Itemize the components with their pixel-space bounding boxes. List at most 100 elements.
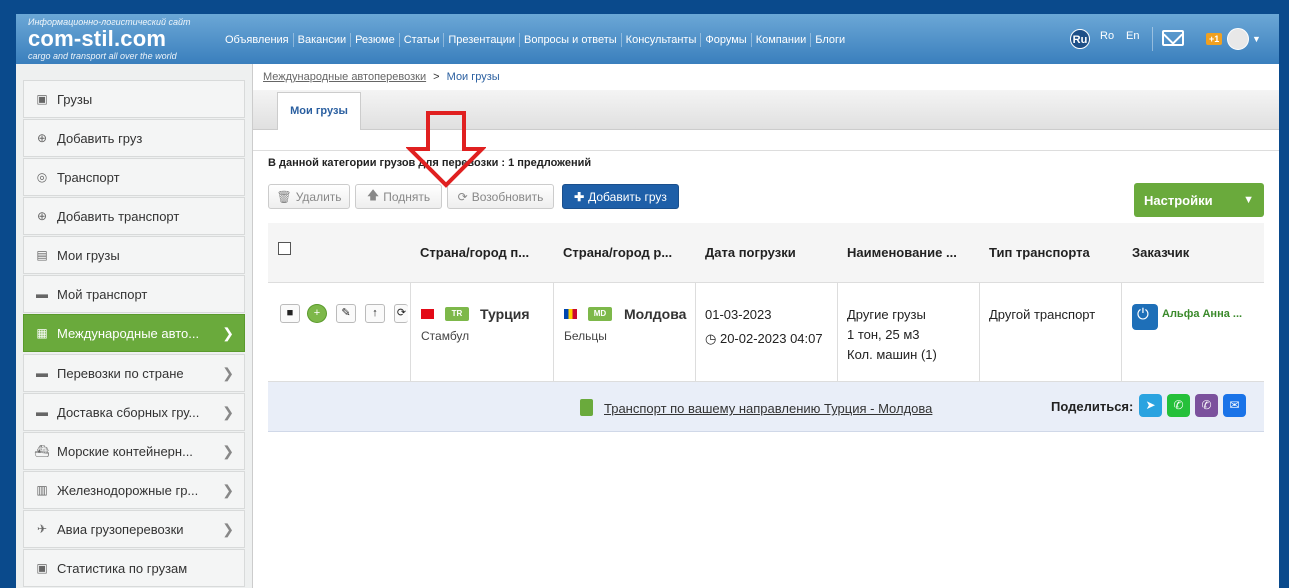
sidebar-item-label: Мои грузы [57, 247, 120, 263]
customer-logo-icon [1132, 304, 1158, 330]
trash-icon: ■ [286, 307, 294, 319]
delete-button[interactable]: 🗑 Удалить [268, 184, 350, 209]
sidebar-item-add-cargo[interactable]: ⊕ Добавить груз [23, 119, 245, 157]
nav-item[interactable]: Компании [750, 33, 811, 47]
chevron-right-icon: ❯ [222, 521, 234, 537]
red-arrow-annotation [406, 111, 486, 188]
row-add-button[interactable]: + [307, 304, 327, 323]
column-header[interactable]: Дата погрузки [705, 245, 796, 260]
customer-link[interactable]: Альфа Анна ... [1162, 308, 1242, 320]
select-all-checkbox[interactable] [278, 242, 291, 255]
row-delete-button[interactable]: ■ [280, 304, 300, 323]
plus-circle-icon: ⊕ [36, 209, 48, 223]
sidebar-item-sea[interactable]: ⛴ Морские контейнерн... ❯ [23, 432, 245, 470]
sidebar-item-label: Международные авто... [57, 325, 200, 341]
divider [979, 283, 980, 382]
email-icon[interactable]: ✉ [1223, 394, 1246, 417]
row-raise-button[interactable]: ↑ [365, 304, 385, 323]
column-header[interactable]: Тип транспорта [989, 245, 1090, 260]
sidebar-item-domestic[interactable]: ▬ Перевозки по стране ❯ [23, 354, 245, 392]
chevron-down-icon: ▼ [1243, 194, 1254, 206]
route-transport-link[interactable]: Транспорт по вашему направлению Турция -… [604, 401, 932, 416]
divider [695, 283, 696, 382]
sidebar-item-international[interactable]: ▦ Международные авто... ❯ [23, 314, 245, 352]
truck-icon: ▬ [36, 405, 48, 419]
sidebar-item-label: Авиа грузоперевозки [57, 521, 184, 537]
sidebar-item-transport[interactable]: ◎ Транспорт [23, 158, 245, 196]
nav-item[interactable]: Вакансии [292, 33, 351, 47]
chevron-right-icon: ❯ [222, 404, 234, 420]
cargo-machines: Кол. машин (1) [847, 347, 937, 362]
plus-icon: ✚ [574, 189, 585, 204]
lang-ru-button[interactable]: Ru [1070, 29, 1090, 49]
chevron-right-icon: ❯ [222, 443, 234, 459]
site-logo[interactable]: com-stil.com [28, 26, 166, 52]
sidebar-item-cargo[interactable]: ▣ Грузы [23, 80, 245, 118]
cargo-name: Другие грузы [847, 307, 926, 322]
divider [410, 283, 411, 382]
add-cargo-button[interactable]: ✚ Добавить груз [562, 184, 679, 209]
sidebar-item-air[interactable]: ✈ Авиа грузоперевозки ❯ [23, 510, 245, 548]
sidebar-item-rail[interactable]: ▥ Железнодорожные гр... ❯ [23, 471, 245, 509]
notification-badge[interactable]: +1 [1206, 33, 1223, 45]
user-avatar[interactable] [1227, 28, 1249, 50]
top-nav: Объявления Вакансии Резюме Статьи Презен… [221, 31, 849, 49]
chevron-right-icon: ❯ [222, 365, 234, 381]
nav-item[interactable]: Блоги [810, 33, 849, 47]
sidebar-item-label: Доставка сборных гру... [57, 404, 200, 420]
arrow-up-icon: 🡅 [366, 188, 380, 202]
column-header[interactable]: Страна/город п... [420, 245, 529, 260]
arrow-up-icon: ↑ [372, 307, 378, 319]
page-frame: Информационно-логистический сайт com-sti… [16, 14, 1279, 588]
renew-label: Возобновить [471, 189, 544, 204]
chevron-down-icon[interactable]: ▼ [1252, 34, 1261, 44]
column-header[interactable]: Заказчик [1132, 245, 1189, 260]
table-header: Страна/город п... Страна/город р... Дата… [268, 223, 1264, 283]
tab-my-cargo[interactable]: Мои грузы [277, 92, 361, 130]
truck-icon: ▬ [36, 287, 48, 301]
breadcrumb: Международные автоперевозки > Мои грузы [263, 71, 500, 83]
pencil-icon: ✎ [341, 307, 351, 319]
table-row: ■ + ✎ ↑ ⟳ TR Турция Стамбул MD Молдова Б… [268, 283, 1264, 382]
sidebar-item-groupage[interactable]: ▬ Доставка сборных гру... ❯ [23, 393, 245, 431]
sidebar-item-label: Перевозки по стране [57, 365, 184, 381]
nav-item[interactable]: Объявления [221, 33, 293, 47]
nav-item[interactable]: Форумы [700, 33, 750, 47]
nav-item[interactable]: Резюме [350, 33, 399, 47]
sidebar-item-add-transport[interactable]: ⊕ Добавить транспорт [23, 197, 245, 235]
cube-icon: ▣ [36, 92, 48, 106]
sidebar: ▣ Грузы ⊕ Добавить груз ◎ Транспорт ⊕ Добави… [16, 64, 253, 588]
column-header[interactable]: Наименование ... [847, 245, 957, 260]
posted-time-value: 20-02-2023 04:07 [719, 331, 823, 346]
settings-dropdown[interactable]: Настройки ▼ [1134, 183, 1264, 217]
sidebar-item-label: Добавить транспорт [57, 208, 180, 224]
row-renew-button[interactable]: ⟳ [394, 304, 408, 323]
telegram-icon[interactable]: ➤ [1139, 394, 1162, 417]
column-header[interactable]: Страна/город р... [563, 245, 672, 260]
site-header: Информационно-логистический сайт com-sti… [16, 14, 1279, 64]
chevron-right-icon: ❯ [222, 325, 234, 341]
lang-ro-button[interactable]: Ro [1100, 30, 1114, 42]
sidebar-item-my-cargo[interactable]: ▤ Мои грузы [23, 236, 245, 274]
nav-item[interactable]: Вопросы и ответы [519, 33, 621, 47]
add-cargo-label: Добавить груз [588, 189, 667, 204]
truck-icon: ▬ [36, 366, 48, 380]
chevron-right-icon: ❯ [222, 482, 234, 498]
nav-item[interactable]: Консультанты [620, 33, 701, 47]
viber-icon[interactable]: ✆ [1195, 394, 1218, 417]
nav-item[interactable]: Статьи [398, 33, 444, 47]
mail-icon[interactable] [1162, 30, 1184, 46]
sidebar-item-label: Статистика по грузам [57, 560, 188, 576]
sidebar-item-stats[interactable]: ▣ Статистика по грузам [23, 549, 245, 587]
lang-en-button[interactable]: En [1126, 30, 1139, 42]
breadcrumb-separator: > [433, 71, 440, 83]
whatsapp-icon[interactable]: ✆ [1167, 394, 1190, 417]
truck-front-icon: ▦ [36, 326, 48, 340]
nav-item[interactable]: Презентации [443, 33, 519, 47]
breadcrumb-parent-link[interactable]: Международные автоперевозки [263, 71, 426, 83]
row-edit-button[interactable]: ✎ [336, 304, 356, 323]
trash-icon: 🗑 [276, 189, 292, 204]
from-city: Стамбул [421, 329, 470, 343]
sidebar-item-label: Железнодорожные гр... [57, 482, 199, 498]
sidebar-item-my-transport[interactable]: ▬ Мой транспорт [23, 275, 245, 313]
